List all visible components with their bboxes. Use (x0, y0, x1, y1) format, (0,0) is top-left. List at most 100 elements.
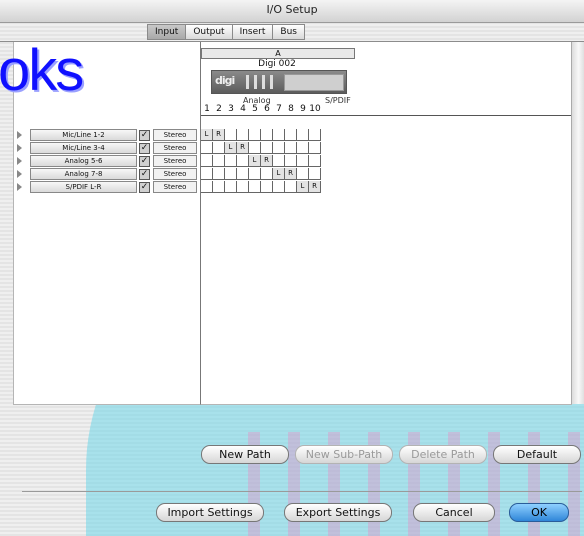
tab-bus[interactable]: Bus (272, 24, 305, 40)
device-name: Digi 002 (258, 59, 296, 69)
path-row[interactable]: Mic/Line 3-4 ✓ Stereo (14, 142, 200, 154)
import-settings-button[interactable]: Import Settings (156, 503, 264, 522)
routing-cell[interactable] (309, 142, 321, 154)
routing-cell[interactable] (261, 129, 273, 141)
routing-cell[interactable] (249, 168, 261, 180)
checkbox-icon[interactable]: ✓ (139, 169, 150, 180)
routing-cell[interactable] (261, 142, 273, 154)
routing-cell[interactable]: L (201, 129, 213, 141)
routing-cell[interactable] (261, 168, 273, 180)
channel-number: 3 (228, 104, 234, 114)
channel-number: 4 (240, 104, 246, 114)
channel-number: 8 (288, 104, 294, 114)
disclosure-triangle-icon[interactable] (17, 170, 22, 178)
routing-cell[interactable] (225, 168, 237, 180)
routing-cell[interactable] (285, 181, 297, 193)
group-label-spdif: S/PDIF (325, 96, 351, 105)
disclosure-triangle-icon[interactable] (17, 183, 22, 191)
path-name[interactable]: S/PDIF L-R (30, 181, 137, 193)
routing-cell[interactable]: R (261, 155, 273, 167)
routing-cell[interactable]: L (297, 181, 309, 193)
routing-cell[interactable] (237, 129, 249, 141)
routing-cell[interactable]: R (285, 168, 297, 180)
routing-cell[interactable] (273, 142, 285, 154)
routing-cell[interactable] (309, 155, 321, 167)
routing-cell[interactable] (273, 155, 285, 167)
ok-button[interactable]: OK (509, 503, 569, 522)
routing-cell[interactable]: R (309, 181, 321, 193)
path-format-selector[interactable]: Stereo (153, 181, 197, 193)
routing-cell[interactable] (237, 181, 249, 193)
routing-cell[interactable] (201, 181, 213, 193)
routing-cell[interactable] (225, 155, 237, 167)
path-name[interactable]: Mic/Line 3-4 (30, 142, 137, 154)
grid-header-divider (201, 115, 572, 116)
routing-cell[interactable] (201, 155, 213, 167)
path-format-selector[interactable]: Stereo (153, 129, 197, 141)
routing-cell[interactable] (249, 129, 261, 141)
tab-output[interactable]: Output (185, 24, 232, 40)
disclosure-triangle-icon[interactable] (17, 144, 22, 152)
routing-cell[interactable]: L (225, 142, 237, 154)
routing-cell[interactable] (309, 168, 321, 180)
routing-cell[interactable] (273, 181, 285, 193)
default-button[interactable]: Default (493, 445, 581, 464)
routing-cell[interactable] (285, 142, 297, 154)
cancel-button[interactable]: Cancel (413, 503, 495, 522)
routing-cell[interactable] (261, 181, 273, 193)
path-format-selector[interactable]: Stereo (153, 168, 197, 180)
routing-cell[interactable] (225, 181, 237, 193)
new-path-button[interactable]: New Path (201, 445, 289, 464)
export-settings-button[interactable]: Export Settings (284, 503, 392, 522)
path-format-selector[interactable]: Stereo (153, 155, 197, 167)
path-row[interactable]: Mic/Line 1-2 ✓ Stereo (14, 129, 200, 141)
routing-cell[interactable] (213, 168, 225, 180)
channel-number: 5 (252, 104, 258, 114)
routing-cell[interactable] (225, 129, 237, 141)
new-sub-path-button[interactable]: New Sub-Path (295, 445, 393, 464)
checkbox-icon[interactable]: ✓ (139, 156, 150, 167)
routing-cell[interactable] (309, 129, 321, 141)
routing-cell[interactable]: L (249, 155, 261, 167)
routing-cell[interactable] (297, 168, 309, 180)
checkbox-icon[interactable]: ✓ (139, 182, 150, 193)
checkbox-icon[interactable]: ✓ (139, 143, 150, 154)
path-format-selector[interactable]: Stereo (153, 142, 197, 154)
routing-cell[interactable]: R (237, 142, 249, 154)
path-name[interactable]: Analog 7-8 (30, 168, 137, 180)
routing-cell[interactable] (285, 155, 297, 167)
routing-cell[interactable] (213, 155, 225, 167)
disclosure-triangle-icon[interactable] (17, 131, 22, 139)
path-name[interactable]: Mic/Line 1-2 (30, 129, 137, 141)
routing-cell[interactable] (249, 142, 261, 154)
path-name[interactable]: Analog 5-6 (30, 155, 137, 167)
routing-cell[interactable] (213, 142, 225, 154)
routing-grid-panel: A Digi 002 digi Analog S/PDIF 1234567891… (200, 42, 572, 405)
channel-number: 1 (204, 104, 210, 114)
routing-cell[interactable]: R (213, 129, 225, 141)
routing-cell[interactable] (213, 181, 225, 193)
path-row[interactable]: Analog 5-6 ✓ Stereo (14, 155, 200, 167)
routing-cell[interactable] (297, 142, 309, 154)
routing-cell[interactable] (285, 129, 297, 141)
routing-cell[interactable] (201, 142, 213, 154)
channel-number: 6 (264, 104, 270, 114)
vertical-scrollbar[interactable] (571, 42, 584, 404)
tab-insert[interactable]: Insert (231, 24, 273, 40)
delete-path-button[interactable]: Delete Path (399, 445, 487, 464)
path-row[interactable]: S/PDIF L-R ✓ Stereo (14, 181, 200, 193)
routing-cell[interactable] (297, 155, 309, 167)
tab-input[interactable]: Input (147, 24, 186, 40)
disclosure-triangle-icon[interactable] (17, 157, 22, 165)
routing-cell[interactable] (237, 168, 249, 180)
channel-number: 10 (309, 104, 321, 114)
routing-cell[interactable] (201, 168, 213, 180)
checkbox-icon[interactable]: ✓ (139, 130, 150, 141)
routing-cell[interactable] (273, 129, 285, 141)
routing-cell[interactable] (249, 181, 261, 193)
path-row[interactable]: Analog 7-8 ✓ Stereo (14, 168, 200, 180)
routing-cell[interactable] (237, 155, 249, 167)
routing-cell[interactable]: L (273, 168, 285, 180)
channel-number: 7 (276, 104, 282, 114)
routing-cell[interactable] (297, 129, 309, 141)
